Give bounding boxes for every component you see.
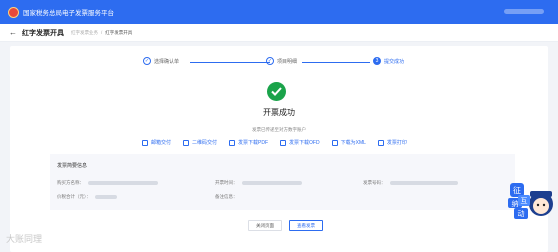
download-ofd-link[interactable]: 发票下载OFD <box>280 139 320 146</box>
total-amount-field: 价税合计（元）： <box>57 194 117 200</box>
step-submit-success: 3 提交成功 <box>373 57 404 65</box>
main-card: ✓ 选择确认单 ✓ 项目明细 3 提交成功 开票成功 发票已传递至对方数字账户 … <box>10 46 548 252</box>
buyer-name-field: 购买方名称： <box>57 180 158 186</box>
watermark-text: 大账同理 <box>6 234 43 244</box>
page-title: 红字发票开具 <box>22 29 64 37</box>
step-done-icon: ✓ <box>266 57 274 65</box>
step-number-icon: 3 <box>373 57 381 65</box>
stepper: ✓ 选择确认单 ✓ 项目明细 3 提交成功 <box>10 57 548 69</box>
step-connector <box>190 62 270 63</box>
success-description: 发票已传递至对方数字账户 <box>252 127 306 132</box>
step-label: 项目明细 <box>277 58 298 65</box>
field-label: 购买方名称： <box>57 180 84 185</box>
step-label: 提交成功 <box>384 58 405 65</box>
user-info-blurred[interactable] <box>504 9 544 14</box>
download-pdf-link[interactable]: 发票下载PDF <box>229 139 268 146</box>
mascot-char-4: 动 <box>518 209 525 218</box>
mascot-char-2: 纳 <box>512 199 519 208</box>
summary-title: 发票简要信息 <box>57 163 88 169</box>
field-label: 开票时间： <box>215 180 238 185</box>
download-icon <box>280 139 287 146</box>
step-label: 选择确认单 <box>154 58 180 65</box>
tax-emblem-icon <box>8 6 19 18</box>
step-item-details: ✓ 项目明细 <box>266 57 297 65</box>
action-label: 下载为XML <box>340 140 366 146</box>
issue-time-value-blurred <box>241 181 302 185</box>
download-icon <box>331 139 338 146</box>
step-done-icon: ✓ <box>143 57 151 65</box>
action-label: 发票下载OFD <box>289 140 320 146</box>
qrcode-delivery-link[interactable]: 二维码交付 <box>183 139 217 146</box>
invoice-number-value-blurred <box>389 181 458 185</box>
breadcrumb-separator: / <box>101 30 103 35</box>
action-label: 二维码交付 <box>192 140 218 146</box>
invoice-number-field: 发票号码： <box>363 180 458 186</box>
field-label: 发票号码： <box>363 180 386 185</box>
mascot-char-3: 互 <box>521 197 528 205</box>
action-label: 邮箱交付 <box>151 140 172 146</box>
print-icon <box>377 139 384 146</box>
email-delivery-link[interactable]: 邮箱交付 <box>142 139 171 146</box>
view-invoice-button[interactable]: 查看发票 <box>289 220 323 231</box>
download-xml-link[interactable]: 下载为XML <box>331 139 366 146</box>
step-connector <box>302 62 370 63</box>
breadcrumb-item-parent[interactable]: 红字发票业务 <box>71 30 98 36</box>
download-icon <box>229 139 236 146</box>
breadcrumb-item-current: 红字发票开具 <box>105 29 133 35</box>
action-label: 发票下载PDF <box>238 140 269 146</box>
total-amount-value-blurred <box>94 195 117 199</box>
mascot-char-1: 征 <box>513 185 521 195</box>
success-check-icon <box>267 82 286 101</box>
invoice-summary-panel: 发票简要信息 购买方名称： 开票时间： 发票号码： 价税合计（元）： 备注信息： <box>50 154 515 210</box>
app-title: 国家税务总局电子发票服务平台 <box>23 10 114 17</box>
remarks-field: 备注信息： <box>215 194 238 200</box>
mail-icon <box>142 139 148 146</box>
close-page-button[interactable]: 关闭页面 <box>248 220 282 231</box>
action-label: 发票打印 <box>386 140 407 146</box>
field-label: 价税合计（元）： <box>57 194 91 199</box>
back-arrow-icon[interactable]: ← <box>9 28 17 37</box>
buyer-name-value-blurred <box>88 181 158 185</box>
issue-time-field: 开票时间： <box>215 180 302 186</box>
step-select-confirmation: ✓ 选择确认单 <box>143 57 179 65</box>
qrcode-icon <box>183 139 190 146</box>
field-label: 备注信息： <box>215 194 238 199</box>
interaction-mascot-icon[interactable]: 征 纳 互 动 <box>508 180 554 220</box>
print-invoice-link[interactable]: 发票打印 <box>377 139 407 146</box>
page-header: ← 红字发票开具 红字发票业务 / 红字发票开具 <box>0 24 558 42</box>
success-title: 开票成功 <box>263 108 295 117</box>
delivery-actions: 邮箱交付 二维码交付 发票下载PDF 发票下载OFD 下载为XML 发票打印 <box>142 139 419 146</box>
top-bar: 国家税务总局电子发票服务平台 <box>0 0 558 24</box>
